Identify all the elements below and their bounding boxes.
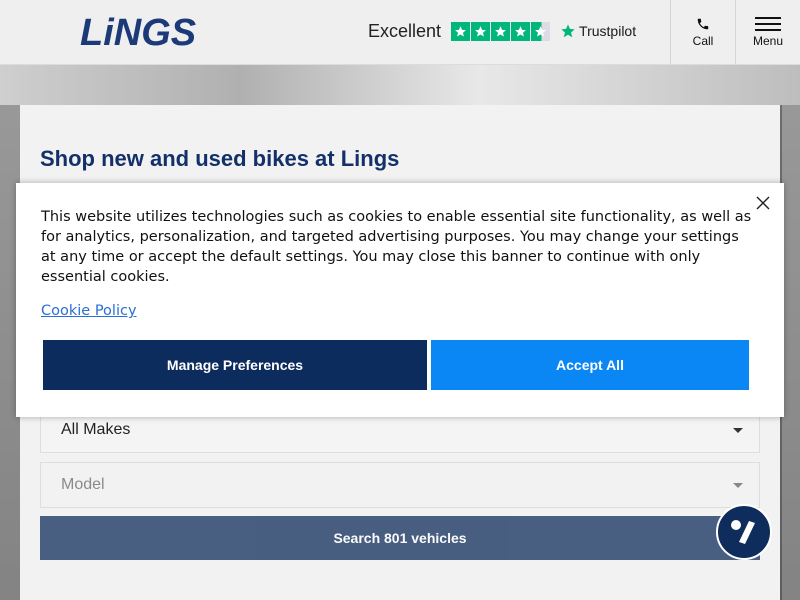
phone-icon [697, 18, 709, 30]
trustpilot-rating-word: Excellent [368, 20, 442, 41]
trustpilot-star-icon [451, 21, 471, 41]
hero-background-sky [0, 65, 800, 105]
model-select[interactable]: Model [40, 462, 760, 508]
trustpilot-brand: Trustpilot [560, 23, 636, 39]
accept-all-button[interactable]: Accept All [431, 340, 749, 390]
menu-label: Menu [752, 34, 784, 48]
caret-down-icon [733, 428, 743, 433]
caret-down-icon [733, 483, 743, 488]
call-button[interactable]: Call [670, 0, 735, 65]
cookie-banner: This website utilizes technologies such … [16, 183, 784, 417]
make-select-value: All Makes [61, 421, 131, 438]
trustpilot-star-icon [471, 21, 491, 41]
cookie-banner-text: This website utilizes technologies such … [41, 209, 752, 285]
trustpilot-star-icon [491, 21, 511, 41]
search-card-title: Shop new and used bikes at Lings [40, 146, 400, 171]
trustpilot-half-star-icon [531, 21, 551, 41]
lings-logo[interactable]: LiNGS [80, 12, 196, 54]
trustpilot-brand-label: Trustpilot [579, 23, 637, 39]
close-icon[interactable] [754, 194, 772, 212]
trustpilot-logo-star-icon [561, 24, 575, 38]
trustpilot-widget[interactable]: Excellent Trustpilot [368, 18, 636, 44]
cookie-policy-link[interactable]: Cookie Policy [41, 303, 137, 319]
chat-launcher-button[interactable] [716, 504, 772, 560]
manage-preferences-button[interactable]: Manage Preferences [43, 340, 427, 390]
trustpilot-stars [451, 21, 551, 41]
chat-icon [731, 520, 755, 544]
hamburger-menu-icon [755, 17, 781, 31]
trustpilot-star-icon [511, 21, 531, 41]
model-select-placeholder: Model [61, 476, 105, 493]
site-header: LiNGS Excellent Trustpilot Call Menu [0, 0, 800, 65]
search-vehicles-button[interactable]: Search 801 vehicles [40, 516, 760, 560]
call-label: Call [692, 34, 714, 48]
menu-button[interactable]: Menu [735, 0, 800, 65]
